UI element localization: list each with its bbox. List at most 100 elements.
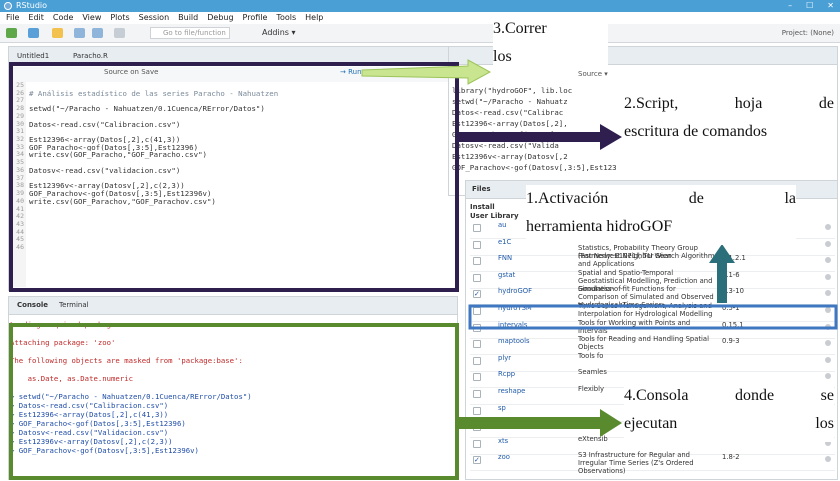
package-checkbox[interactable]: ✓ [473,456,481,465]
remove-package-icon[interactable] [825,373,831,380]
package-checkbox[interactable] [473,356,481,365]
history-line[interactable]: library("hydroGOF", lib.loc [452,85,617,96]
package-name[interactable]: maptools [498,337,530,345]
menu-session[interactable]: Session [139,12,170,24]
package-name[interactable]: e1C [498,238,511,246]
tab-terminal[interactable]: Terminal [59,301,89,309]
history-line[interactable]: Datos<-read.csv("Calibrac [452,107,617,118]
package-name[interactable]: Rcpp [498,370,515,378]
remove-package-icon[interactable] [825,290,831,297]
print-icon[interactable] [114,28,125,38]
package-checkbox[interactable] [473,273,481,282]
remove-package-icon[interactable] [825,224,831,230]
remove-package-icon[interactable] [825,356,831,363]
package-name[interactable]: FNN [498,254,512,262]
package-name[interactable]: plyr [498,354,511,362]
minimize-button[interactable]: – [788,0,792,12]
history-line[interactable]: GOF_Parachov<-gof(Datosv[,3:5],Est12396v… [452,162,617,173]
new-file-icon[interactable] [6,28,17,38]
save-icon[interactable] [74,28,85,38]
callout-script-w1: 2.Script, [624,95,679,112]
package-checkbox[interactable] [473,257,481,266]
main-toolbar: Go to file/function Addins ▾ Project: (N… [0,24,840,43]
package-version: 0.9-3 [722,337,740,346]
history-line[interactable]: Datosv<-read.csv("Valida [452,140,617,151]
package-checkbox[interactable] [473,307,481,315]
package-name[interactable]: hydroGOF [498,287,532,295]
history-line[interactable]: Est12396v<-array(Datosv[,2 [452,151,617,162]
package-checkbox[interactable] [473,340,481,349]
package-checkbox[interactable] [473,439,481,448]
package-name[interactable]: intervals [498,321,527,329]
package-name[interactable]: gstat [498,271,515,279]
tab-files[interactable]: Files [472,185,491,193]
source-on-save-checkbox[interactable]: Source on Save [104,68,158,76]
menu-view[interactable]: View [82,12,101,24]
package-checkbox[interactable] [473,224,481,232]
history-line[interactable]: GOF_Paracho<-gof(Datos[,3 [452,129,617,140]
menu-edit[interactable]: Edit [28,12,44,24]
callout-run-line2: los [493,48,512,65]
remove-package-icon[interactable] [825,340,831,347]
package-checkbox[interactable] [473,406,481,415]
remove-package-icon[interactable] [825,323,831,330]
menu-debug[interactable]: Debug [207,12,233,24]
remove-package-icon[interactable] [825,257,831,264]
menu-code[interactable]: Code [53,12,73,24]
package-checkbox[interactable] [473,323,481,332]
package-checkbox[interactable]: ✓ [473,290,481,299]
history-line[interactable]: Est12396<-array(Datos[,2], [452,118,617,129]
remove-package-icon[interactable] [825,456,831,463]
tab-paracho-r[interactable]: Paracho.R [73,52,108,60]
tab-untitled1[interactable]: Untitled1 [17,52,49,60]
package-checkbox[interactable] [473,240,481,249]
tab-console[interactable]: Console [17,301,48,309]
remove-package-icon[interactable] [825,240,831,247]
open-file-icon[interactable] [52,28,63,38]
console-output[interactable]: Loading required package: zoo Attaching p… [10,320,455,480]
open-project-icon[interactable] [28,28,39,38]
project-menu[interactable]: Project: (None) [782,29,834,37]
menu-profile[interactable]: Profile [243,12,268,24]
menu-file[interactable]: File [6,12,19,24]
package-description: Tools fo [578,351,604,360]
package-name[interactable]: sp [498,404,506,412]
menu-build[interactable]: Build [178,12,198,24]
callout-console: 4.Consola donde se ejecutan los [624,382,834,442]
code-line: write.csv(GOF_Parachov,"GOF_Parachov.csv… [29,197,216,206]
package-checkbox[interactable] [473,423,481,432]
maximize-button[interactable]: ☐ [806,0,813,12]
line-number: 45 [16,236,24,244]
remove-package-icon[interactable] [825,273,831,280]
package-name[interactable]: hydroTSM [498,304,532,312]
save-all-icon[interactable] [92,28,103,38]
menu-help[interactable]: Help [305,12,323,24]
close-button[interactable]: ✕ [827,0,834,12]
run-button[interactable]: → Run [340,68,362,76]
package-checkbox[interactable] [473,373,481,382]
package-name[interactable]: reshape [498,387,525,395]
addins-menu[interactable]: Addins ▾ [262,28,296,37]
package-checkbox[interactable] [473,390,481,398]
menu-plots[interactable]: Plots [110,12,129,24]
remove-package-icon[interactable] [825,307,831,313]
history-line[interactable]: setwd("~/Paracho - Nahuatz [452,96,617,107]
callout-console-w3: se [820,387,834,404]
callout-activation-w1: 1.Activación [526,190,609,207]
package-name[interactable]: xts [498,437,508,445]
history-list[interactable]: library("hydroGOF", lib.loc setwd("~/Para… [452,85,617,185]
env-source-button[interactable]: Source ▾ [578,70,608,78]
install-button[interactable]: Install [470,203,495,211]
line-number: 46 [16,244,24,252]
goto-file-input[interactable]: Go to file/function [150,27,230,39]
callout-script-line1: 2.Script, hoja de [624,90,834,118]
package-name[interactable]: zoo [498,453,510,461]
package-name[interactable]: spacetime [498,420,533,428]
script-editor[interactable]: # Análisis estadístico de las series Par… [29,82,454,287]
menu-tools[interactable]: Tools [276,12,296,24]
source-button[interactable]: → Source ▾ [408,68,446,76]
package-name[interactable]: au [498,221,506,229]
